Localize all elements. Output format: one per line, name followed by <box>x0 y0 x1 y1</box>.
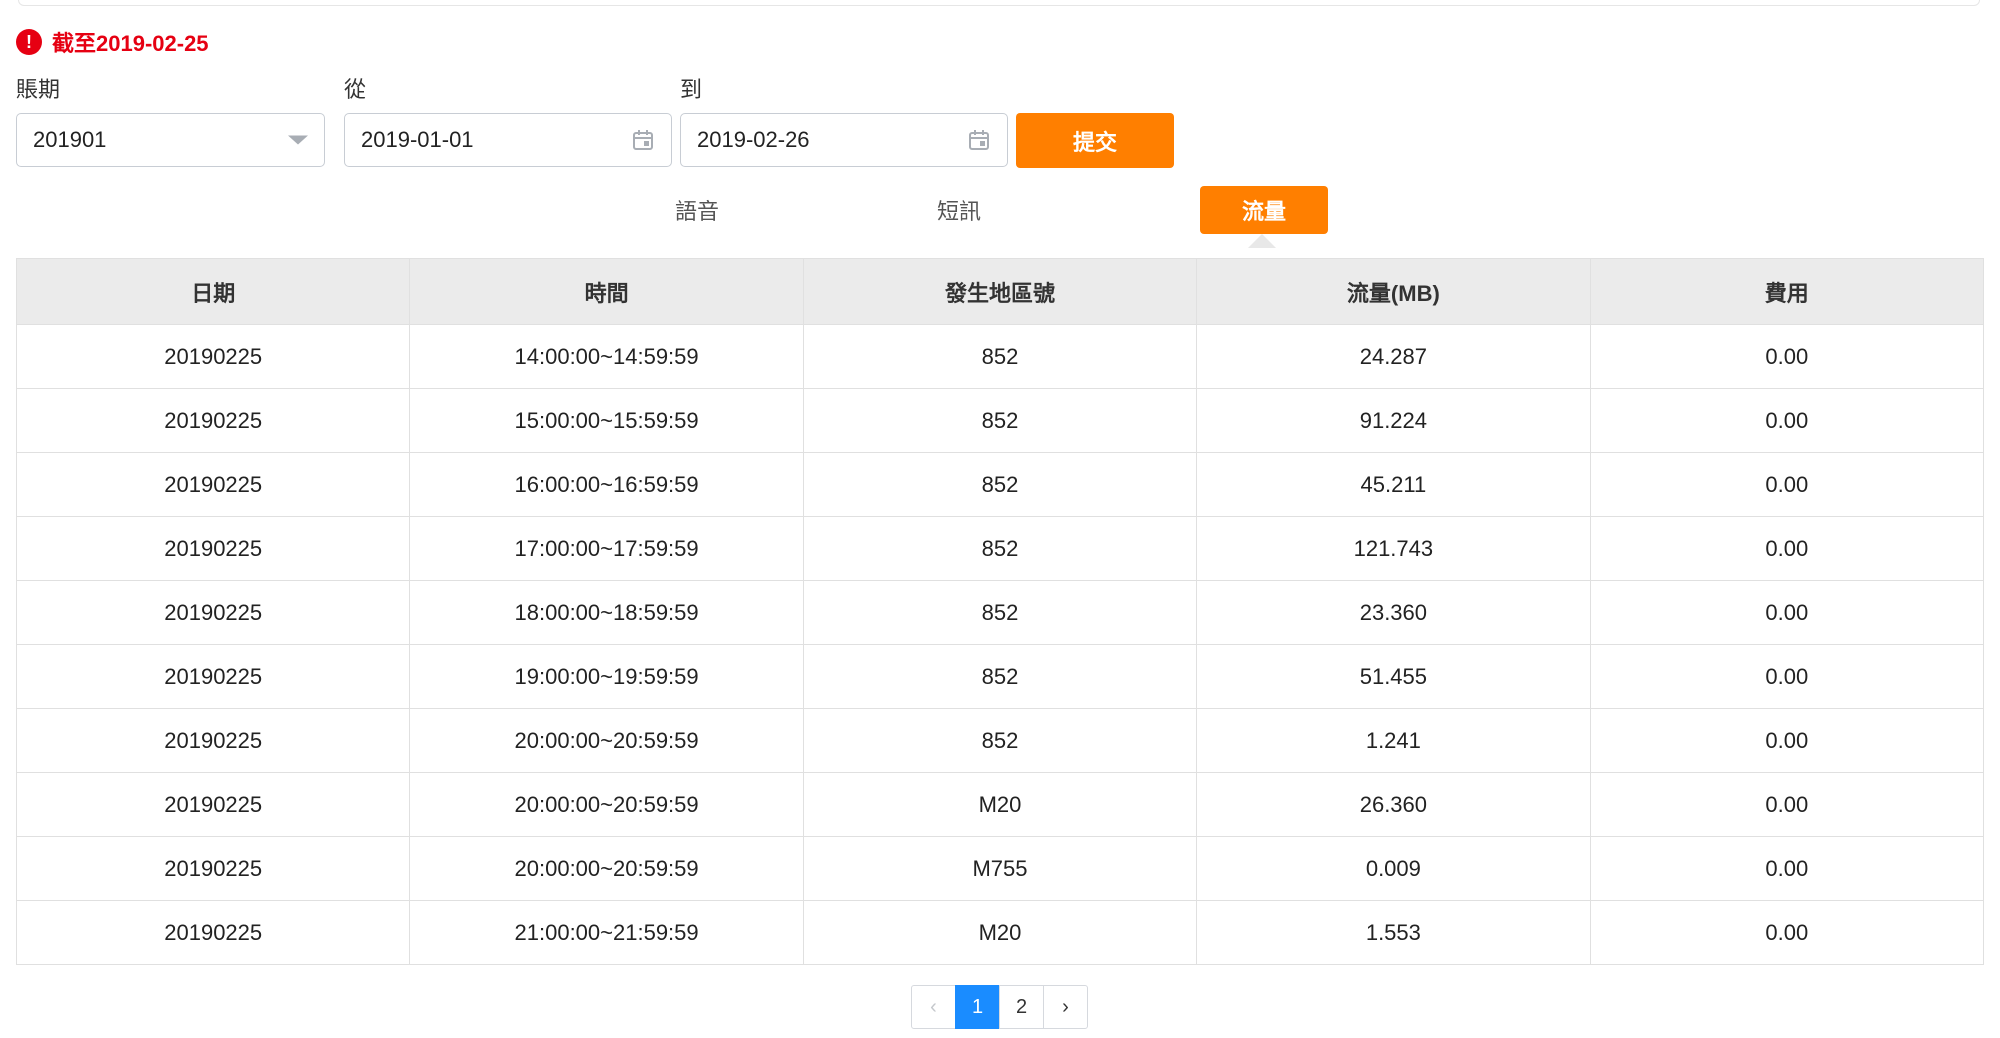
data-mb-cell: 45.211 <box>1196 452 1591 517</box>
time-cell: 15:00:00~15:59:59 <box>409 388 804 453</box>
table-row: 20190225 21:00:00~21:59:59 M20 1.553 0.00 <box>15 900 1985 965</box>
table-row: 20190225 20:00:00~20:59:59 852 1.241 0.00 <box>15 708 1985 773</box>
table-row: 20190225 20:00:00~20:59:59 M20 26.360 0.00 <box>15 772 1985 837</box>
date-cell: 20190225 <box>15 708 411 773</box>
calendar-icon[interactable] <box>967 128 991 152</box>
date-cell: 20190225 <box>15 644 411 709</box>
tab-voice[interactable]: 語音 <box>652 186 742 234</box>
date-cell: 20190225 <box>15 516 411 581</box>
tab-sms[interactable]: 短訊 <box>914 186 1004 234</box>
table-row: 20190225 17:00:00~17:59:59 852 121.743 0.00 <box>15 516 1985 581</box>
time-cell: 21:00:00~21:59:59 <box>409 900 804 965</box>
time-cell: 14:00:00~14:59:59 <box>409 324 804 389</box>
data-mb-cell: 91.224 <box>1196 388 1591 453</box>
time-cell: 20:00:00~20:59:59 <box>409 836 804 901</box>
time-cell: 20:00:00~20:59:59 <box>409 708 804 773</box>
from-date-value: 2019-01-01 <box>361 127 474 152</box>
fee-cell: 0.00 <box>1589 388 1985 453</box>
cutoff-notice-text: 截至2019-02-25 <box>52 31 209 56</box>
cutoff-notice: ! 截至2019-02-25 <box>16 28 209 56</box>
date-cell: 20190225 <box>15 452 411 517</box>
from-date-input[interactable]: 2019-01-01 <box>344 113 672 167</box>
date-cell: 20190225 <box>15 580 411 645</box>
period-select[interactable]: 201901 <box>16 113 325 167</box>
column-header-fee: 費用 <box>1589 258 1985 325</box>
column-header-date: 日期 <box>15 258 411 325</box>
table-row: 20190225 16:00:00~16:59:59 852 45.211 0.00 <box>15 452 1985 517</box>
chevron-left-icon: ‹ <box>930 995 937 1018</box>
table-row: 20190225 20:00:00~20:59:59 M755 0.009 0.00 <box>15 836 1985 901</box>
date-cell: 20190225 <box>15 388 411 453</box>
period-label: 賬期 <box>16 77 61 102</box>
next-page-button[interactable]: › <box>1043 985 1088 1029</box>
date-cell: 20190225 <box>15 324 411 389</box>
chevron-down-icon <box>288 135 308 145</box>
data-mb-cell: 0.009 <box>1196 836 1591 901</box>
column-header-time: 時間 <box>409 258 804 325</box>
area-code-cell: 852 <box>802 644 1198 709</box>
fee-cell: 0.00 <box>1589 772 1985 837</box>
period-value: 201901 <box>33 127 107 152</box>
table-row: 20190225 19:00:00~19:59:59 852 51.455 0.00 <box>15 644 1985 709</box>
tab-pointer <box>1248 234 1276 248</box>
data-mb-cell: 51.455 <box>1196 644 1591 709</box>
to-date-value: 2019-02-26 <box>697 127 810 152</box>
page-button-1[interactable]: 1 <box>955 985 1000 1029</box>
chevron-right-icon: › <box>1062 995 1069 1018</box>
submit-button[interactable]: 提交 <box>1016 113 1174 168</box>
area-code-cell: 852 <box>802 452 1198 517</box>
fee-cell: 0.00 <box>1589 324 1985 389</box>
data-mb-cell: 1.241 <box>1196 708 1591 773</box>
data-mb-cell: 1.553 <box>1196 900 1591 965</box>
table-row: 20190225 15:00:00~15:59:59 852 91.224 0.00 <box>15 388 1985 453</box>
data-mb-cell: 24.287 <box>1196 324 1591 389</box>
tab-data-usage[interactable]: 流量 <box>1200 186 1328 234</box>
fee-cell: 0.00 <box>1589 516 1985 581</box>
to-label: 到 <box>680 77 703 102</box>
area-code-cell: 852 <box>802 388 1198 453</box>
column-header-area-code: 發生地區號 <box>802 258 1198 325</box>
data-mb-cell: 121.743 <box>1196 516 1591 581</box>
exclamation-icon: ! <box>16 29 42 55</box>
data-mb-cell: 23.360 <box>1196 580 1591 645</box>
table-row: 20190225 14:00:00~14:59:59 852 24.287 0.00 <box>15 324 1985 389</box>
area-code-cell: M755 <box>802 836 1198 901</box>
calendar-icon[interactable] <box>631 128 655 152</box>
area-code-cell: 852 <box>802 580 1198 645</box>
area-code-cell: 852 <box>802 708 1198 773</box>
usage-table: 日期 時間 發生地區號 流量(MB) 費用 20190225 14:00:00~1… <box>15 258 1985 965</box>
date-cell: 20190225 <box>15 772 411 837</box>
time-cell: 20:00:00~20:59:59 <box>409 772 804 837</box>
page: ! 截至2019-02-25 賬期 201901 從 2019-01-01 到 … <box>0 0 2000 1038</box>
time-cell: 16:00:00~16:59:59 <box>409 452 804 517</box>
fee-cell: 0.00 <box>1589 900 1985 965</box>
table-row: 20190225 18:00:00~18:59:59 852 23.360 0.00 <box>15 580 1985 645</box>
top-card <box>18 0 1980 6</box>
time-cell: 19:00:00~19:59:59 <box>409 644 804 709</box>
time-cell: 18:00:00~18:59:59 <box>409 580 804 645</box>
table-header-row: 日期 時間 發生地區號 流量(MB) 費用 <box>15 258 1985 325</box>
date-cell: 20190225 <box>15 900 411 965</box>
date-cell: 20190225 <box>15 836 411 901</box>
time-cell: 17:00:00~17:59:59 <box>409 516 804 581</box>
from-label: 從 <box>344 77 367 102</box>
pagination: ‹ 1 2 › <box>911 985 1088 1029</box>
area-code-cell: 852 <box>802 324 1198 389</box>
to-date-input[interactable]: 2019-02-26 <box>680 113 1008 167</box>
fee-cell: 0.00 <box>1589 452 1985 517</box>
column-header-data-mb: 流量(MB) <box>1196 258 1591 325</box>
data-mb-cell: 26.360 <box>1196 772 1591 837</box>
page-button-2[interactable]: 2 <box>999 985 1044 1029</box>
table-body: 20190225 14:00:00~14:59:59 852 24.287 0.00 20… <box>15 324 1985 965</box>
fee-cell: 0.00 <box>1589 580 1985 645</box>
fee-cell: 0.00 <box>1589 836 1985 901</box>
area-code-cell: M20 <box>802 772 1198 837</box>
area-code-cell: 852 <box>802 516 1198 581</box>
area-code-cell: M20 <box>802 900 1198 965</box>
prev-page-button[interactable]: ‹ <box>911 985 956 1029</box>
fee-cell: 0.00 <box>1589 708 1985 773</box>
fee-cell: 0.00 <box>1589 644 1985 709</box>
